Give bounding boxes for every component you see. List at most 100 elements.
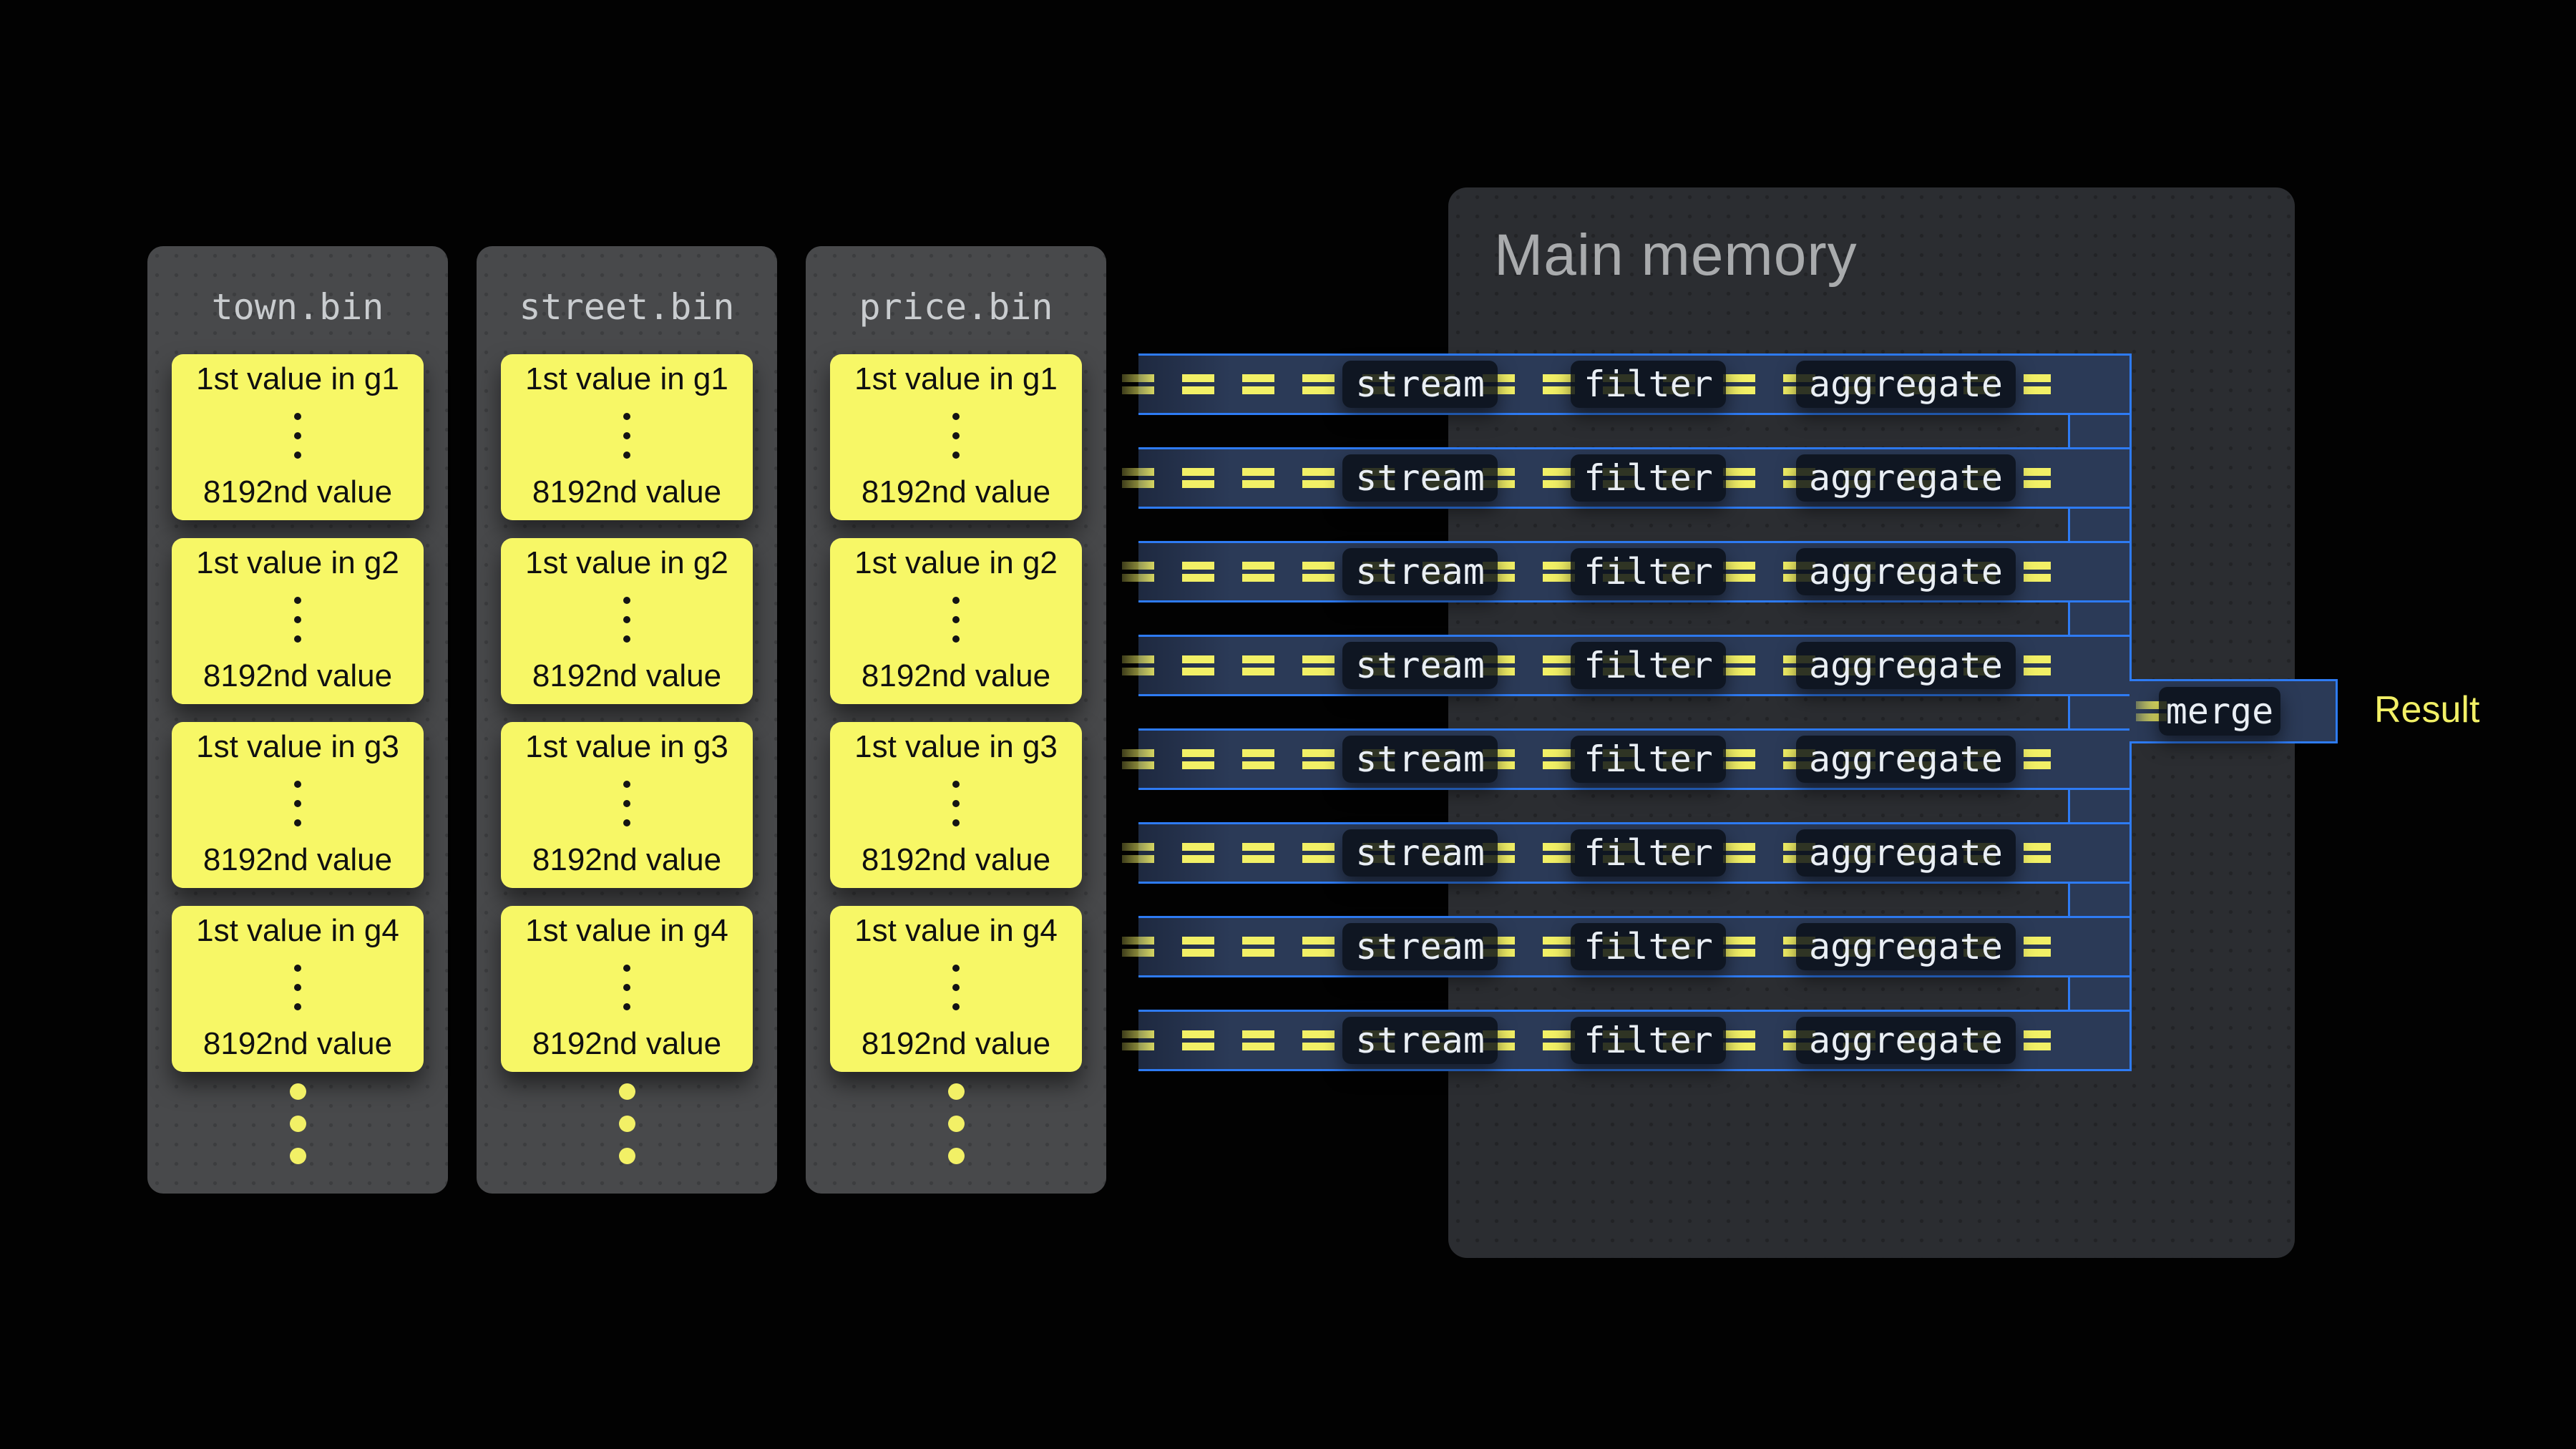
pipeline-gap [1138,790,2070,822]
merge-output-strip: merge [2129,679,2338,743]
group-last-value-label: 8192nd value [532,842,721,878]
value-group-block: 1st value in g3 8192nd value [830,722,1082,888]
ellipsis-dots-icon [294,413,301,459]
stream-box: stream [1342,454,1498,502]
filter-box: filter [1571,454,1726,502]
file-name-label: town.bin [147,286,448,328]
group-last-value-label: 8192nd value [203,658,392,694]
group-last-value-label: 8192nd value [532,658,721,694]
pipeline-row: stream filter aggregate [1138,1010,2129,1071]
ellipsis-dots-icon [952,413,960,459]
group-last-value-label: 8192nd value [203,842,392,878]
group-last-value-label: 8192nd value [203,474,392,510]
value-group-block: 1st value in g4 8192nd value [830,906,1082,1072]
pipeline-row: stream filter aggregate [1138,635,2129,696]
stream-box: stream [1342,1017,1498,1064]
file-panel-town: town.bin 1st value in g1 8192nd value 1s… [147,246,448,1194]
filter-box: filter [1571,548,1726,595]
pipeline-gap [1138,602,2070,635]
value-group-block: 1st value in g3 8192nd value [172,722,424,888]
value-group-block: 1st value in g4 8192nd value [172,906,424,1072]
filter-box: filter [1571,1017,1726,1064]
group-last-value-label: 8192nd value [862,1026,1050,1062]
file-panel-price: price.bin 1st value in g1 8192nd value 1… [806,246,1106,1194]
group-last-value-label: 8192nd value [532,474,721,510]
ellipsis-dots-icon [623,413,630,459]
pipeline-row: stream filter aggregate [1138,447,2129,509]
diagram-stage: town.bin 1st value in g1 8192nd value 1s… [0,0,2576,1449]
group-first-value-label: 1st value in g2 [525,545,728,581]
pipeline-row: stream filter aggregate [1138,541,2129,602]
result-label: Result [2374,688,2479,731]
group-first-value-label: 1st value in g3 [854,729,1058,765]
filter-box: filter [1571,361,1726,408]
group-first-value-label: 1st value in g2 [196,545,399,581]
group-first-value-label: 1st value in g3 [525,729,728,765]
stream-box: stream [1342,829,1498,877]
main-memory-title: Main memory [1494,222,1858,289]
aggregate-box: aggregate [1796,1017,2016,1064]
aggregate-box: aggregate [1796,736,2016,783]
value-group-block: 1st value in g3 8192nd value [501,722,753,888]
group-last-value-label: 8192nd value [532,1026,721,1062]
ellipsis-dots-icon [623,781,630,826]
group-last-value-label: 8192nd value [203,1026,392,1062]
group-first-value-label: 1st value in g4 [854,913,1058,949]
group-first-value-label: 1st value in g2 [854,545,1058,581]
filter-box: filter [1571,736,1726,783]
ellipsis-dots-icon [623,965,630,1010]
group-last-value-label: 8192nd value [862,474,1050,510]
more-groups-dots-icon [477,1083,777,1164]
ellipsis-dots-icon [952,597,960,643]
aggregate-box: aggregate [1796,829,2016,877]
ellipsis-dots-icon [623,597,630,643]
group-first-value-label: 1st value in g1 [854,361,1058,397]
value-group-block: 1st value in g2 8192nd value [830,538,1082,704]
more-groups-dots-icon [147,1083,448,1164]
group-first-value-label: 1st value in g1 [196,361,399,397]
pipeline-gap [1138,509,2070,541]
value-group-block: 1st value in g1 8192nd value [501,354,753,520]
stream-box: stream [1342,548,1498,595]
pipeline-gap [1138,884,2070,916]
aggregate-box: aggregate [1796,548,2016,595]
value-group-block: 1st value in g4 8192nd value [501,906,753,1072]
more-groups-dots-icon [806,1083,1106,1164]
pipeline-row: stream filter aggregate [1138,822,2129,884]
stream-box: stream [1342,361,1498,408]
group-last-value-label: 8192nd value [862,842,1050,878]
stream-box: stream [1342,642,1498,689]
value-group-block: 1st value in g2 8192nd value [501,538,753,704]
ellipsis-dots-icon [294,965,301,1010]
group-first-value-label: 1st value in g4 [196,913,399,949]
file-name-label: street.bin [477,286,777,328]
group-last-value-label: 8192nd value [862,658,1050,694]
ellipsis-dots-icon [294,781,301,826]
group-first-value-label: 1st value in g3 [196,729,399,765]
aggregate-box: aggregate [1796,923,2016,970]
stream-box: stream [1342,923,1498,970]
value-group-block: 1st value in g1 8192nd value [172,354,424,520]
merge-box: merge [2159,687,2280,736]
ellipsis-dots-icon [952,781,960,826]
group-first-value-label: 1st value in g1 [525,361,728,397]
aggregate-box: aggregate [1796,361,2016,408]
value-group-block: 1st value in g2 8192nd value [172,538,424,704]
pipeline-gap [1138,977,2070,1010]
file-panel-street: street.bin 1st value in g1 8192nd value … [477,246,777,1194]
pipeline-row: stream filter aggregate [1138,353,2129,415]
file-name-label: price.bin [806,286,1106,328]
filter-box: filter [1571,829,1726,877]
aggregate-box: aggregate [1796,454,2016,502]
ellipsis-dots-icon [952,965,960,1010]
ellipsis-dots-icon [294,597,301,643]
pipeline-row: stream filter aggregate [1138,728,2129,790]
pipeline-container: stream filter aggregate stream filter ag… [1138,353,2132,1071]
value-group-block: 1st value in g1 8192nd value [830,354,1082,520]
filter-box: filter [1571,923,1726,970]
pipeline-gap [1138,696,2070,728]
aggregate-box: aggregate [1796,642,2016,689]
pipeline-row: stream filter aggregate [1138,916,2129,977]
group-first-value-label: 1st value in g4 [525,913,728,949]
pipeline-gap [1138,415,2070,447]
